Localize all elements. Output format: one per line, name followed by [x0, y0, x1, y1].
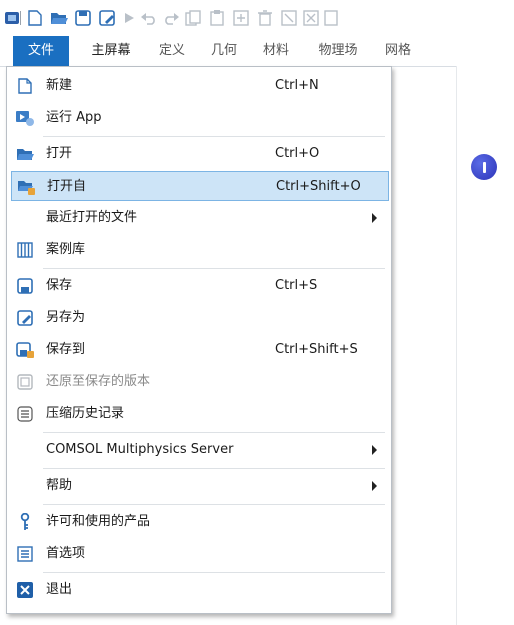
menu-item-label: 保存	[46, 278, 73, 293]
save-as-icon[interactable]	[98, 9, 116, 27]
menu-item-label: 打开自	[47, 179, 87, 194]
app-icon[interactable]	[3, 9, 21, 27]
menu-item-save-to[interactable]: 保存到 Ctrl+Shift+S	[11, 335, 389, 365]
info-badge-icon[interactable]	[471, 154, 497, 180]
menu-item-shortcut: Ctrl+O	[275, 146, 320, 161]
menu-divider	[43, 572, 385, 573]
submenu-arrow-icon	[372, 481, 377, 491]
menu-item-shortcut: Ctrl+N	[275, 78, 319, 93]
undo-icon[interactable]	[140, 9, 158, 27]
open-folder-icon	[16, 145, 34, 163]
menu-item-licensed-products[interactable]: 许可和使用的产品	[11, 507, 389, 537]
run-app-icon	[16, 109, 34, 127]
menu-item-label: 新建	[46, 78, 73, 93]
duplicate-icon[interactable]	[232, 9, 250, 27]
save-icon	[16, 277, 34, 295]
new-file-icon	[16, 77, 34, 95]
menu-item-recent-files[interactable]: 最近打开的文件	[11, 203, 389, 233]
menu-item-open[interactable]: 打开 Ctrl+O	[11, 139, 389, 169]
menu-divider	[43, 268, 385, 269]
menu-item-shortcut: Ctrl+Shift+S	[275, 342, 358, 357]
menu-divider	[43, 432, 385, 433]
clear-all-icon[interactable]	[302, 9, 320, 27]
toolbar-separator	[20, 11, 21, 25]
menu-divider	[43, 136, 385, 137]
submenu-arrow-icon	[372, 213, 377, 223]
menu-item-comsol-server[interactable]: COMSOL Multiphysics Server	[11, 435, 389, 465]
menu-item-save-as[interactable]: 另存为	[11, 303, 389, 333]
quick-access-toolbar	[0, 0, 514, 36]
menu-divider	[43, 504, 385, 505]
menu-item-compact-history[interactable]: 压缩历史记录	[11, 399, 389, 429]
tab-geometry[interactable]: 几何	[204, 36, 244, 66]
menu-item-label: 退出	[46, 582, 73, 597]
menu-item-label: 帮助	[46, 478, 73, 493]
tab-home[interactable]: 主屏幕	[82, 36, 140, 66]
submenu-arrow-icon	[372, 445, 377, 455]
license-key-icon	[16, 513, 34, 531]
run-icon[interactable]	[120, 9, 138, 27]
tab-file[interactable]: 文件	[13, 36, 69, 66]
menu-item-label: 保存到	[46, 342, 86, 357]
menu-item-exit[interactable]: 退出	[11, 575, 389, 605]
menu-item-new[interactable]: 新建 Ctrl+N	[11, 71, 389, 101]
delete-icon[interactable]	[256, 9, 274, 27]
preferences-icon	[16, 545, 34, 563]
tab-mesh[interactable]: 网格	[378, 36, 418, 66]
menu-item-help[interactable]: 帮助	[11, 471, 389, 501]
save-icon[interactable]	[74, 9, 92, 27]
menu-item-save[interactable]: 保存 Ctrl+S	[11, 271, 389, 301]
tab-definitions[interactable]: 定义	[152, 36, 192, 66]
redo-icon[interactable]	[162, 9, 180, 27]
menu-item-label: 案例库	[46, 242, 86, 257]
menu-item-open-from[interactable]: 打开自 Ctrl+Shift+O	[11, 171, 389, 201]
application-libraries-icon	[16, 241, 34, 259]
menu-item-shortcut: Ctrl+S	[275, 278, 318, 293]
copy-icon[interactable]	[184, 9, 202, 27]
menu-divider	[43, 468, 385, 469]
paste-icon[interactable]	[208, 9, 226, 27]
model-builder-panel-edge	[456, 66, 514, 625]
file-menu: 新建 Ctrl+N 运行 App 打开 Ctrl+O 打开自 Ctrl+Shif…	[6, 66, 392, 614]
menu-item-label: 压缩历史记录	[46, 406, 125, 421]
exit-icon	[16, 581, 34, 599]
open-from-icon	[17, 178, 35, 196]
menu-item-label: 另存为	[46, 310, 86, 325]
menu-item-run-app[interactable]: 运行 App	[11, 103, 389, 133]
menu-item-application-libraries[interactable]: 案例库	[11, 235, 389, 265]
menu-item-label: 许可和使用的产品	[46, 514, 151, 529]
menu-item-label: 运行 App	[46, 110, 102, 125]
ribbon-tab-bar: 文件 主屏幕 定义 几何 材料 物理场 网格	[0, 36, 514, 67]
menu-item-preferences[interactable]: 首选项	[11, 539, 389, 569]
menu-item-label: 还原至保存的版本	[46, 374, 151, 389]
compact-history-icon	[16, 405, 34, 423]
open-icon[interactable]	[50, 9, 68, 27]
save-to-icon	[16, 341, 34, 359]
menu-item-revert: 还原至保存的版本	[11, 367, 389, 397]
tab-physics[interactable]: 物理场	[310, 36, 366, 66]
menu-item-label: 首选项	[46, 546, 86, 561]
clear-icon[interactable]	[280, 9, 298, 27]
tab-materials[interactable]: 材料	[256, 36, 296, 66]
save-as-icon	[16, 309, 34, 327]
new-icon[interactable]	[26, 9, 44, 27]
menu-item-label: COMSOL Multiphysics Server	[46, 442, 234, 457]
menu-item-shortcut: Ctrl+Shift+O	[276, 179, 361, 194]
more-icon[interactable]	[322, 9, 340, 27]
menu-item-label: 最近打开的文件	[46, 210, 138, 225]
revert-icon	[16, 373, 34, 391]
menu-item-label: 打开	[46, 146, 73, 161]
